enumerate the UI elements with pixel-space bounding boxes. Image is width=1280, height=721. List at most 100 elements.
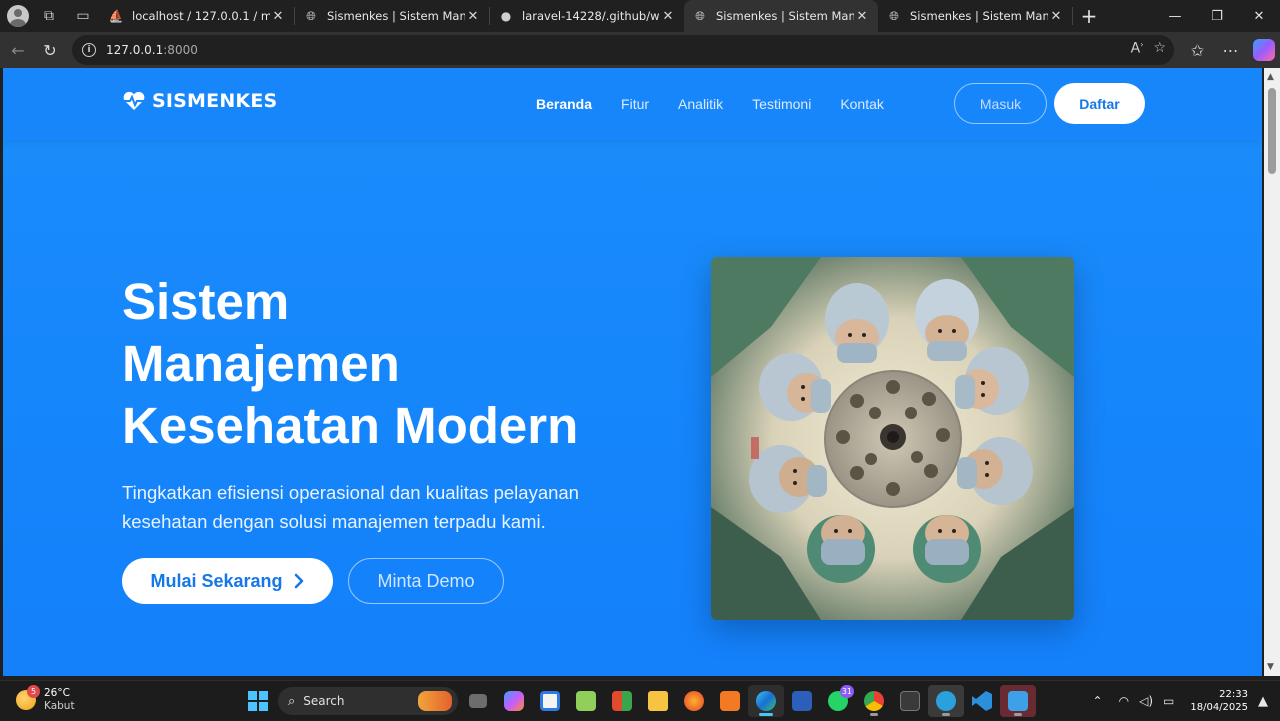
close-icon[interactable]: ✕ (465, 9, 481, 24)
refresh-icon[interactable]: ↻ (34, 34, 66, 66)
favorite-star-icon[interactable]: ☆ (1153, 40, 1166, 57)
browser-tab-4-active[interactable]: 🌐︎ Sismenkes | Sistem Manajem ✕ (684, 0, 878, 32)
whatsapp-badge: 31 (839, 685, 854, 698)
firefox-icon[interactable] (676, 685, 712, 717)
tab-title: Sismenkes | Sistem Manajem (910, 9, 1048, 23)
profile-avatar-icon[interactable] (7, 5, 29, 27)
clock-time: 22:33 (1219, 689, 1248, 700)
address-bar[interactable]: i 127.0.0.1:8000 A› ☆ (72, 35, 1174, 65)
clock-date: 18/04/2025 (1190, 702, 1248, 713)
terminal-icon[interactable] (892, 685, 928, 717)
hero-surgeons-photo (711, 257, 1074, 620)
hero-subtitle-line: Tingkatkan efisiensi operasional dan kua… (122, 482, 579, 503)
start-now-button[interactable]: Mulai Sekarang (122, 558, 333, 604)
taskbar-apps: ⌕ Search 31 (240, 685, 1036, 717)
windows-taskbar: 5 26°C Kabut ⌕ Search 31 ⌃ ◠ ◁) ▭ 22:33 … (0, 680, 1280, 720)
login-button[interactable]: Masuk (954, 83, 1047, 124)
notepad-plus-icon[interactable] (568, 685, 604, 717)
whatsapp-icon[interactable]: 31 (820, 685, 856, 717)
browser-toolbar: ← ↻ i 127.0.0.1:8000 A› ☆ ✩ ⋯ (0, 32, 1280, 68)
main-menu: Beranda Fitur Analitik Testimoni Kontak (536, 68, 913, 140)
chrome-icon[interactable] (856, 685, 892, 717)
hero-subtitle: Tingkatkan efisiensi operasional dan kua… (122, 478, 642, 536)
battery-icon[interactable]: ▭ (1163, 694, 1174, 708)
weather-badge: 5 (27, 685, 40, 698)
more-menu-icon[interactable]: ⋯ (1214, 34, 1247, 66)
task-view-icon[interactable] (460, 685, 496, 717)
site-navbar: SISMENKES Beranda Fitur Analitik Testimo… (3, 68, 1262, 140)
search-highlight-icon (418, 691, 452, 711)
back-icon[interactable]: ← (2, 34, 34, 66)
globe-icon: 🌐︎ (306, 8, 316, 23)
telegram-icon[interactable] (928, 685, 964, 717)
register-button[interactable]: Daftar (1054, 83, 1145, 124)
store-icon[interactable] (532, 685, 568, 717)
nav-link-testimoni[interactable]: Testimoni (752, 96, 811, 112)
clock[interactable]: 22:33 18/04/2025 (1190, 688, 1248, 714)
close-window-icon[interactable]: ✕ (1238, 0, 1280, 32)
favorites-icon[interactable]: ✩ (1181, 34, 1214, 66)
weather-condition: Kabut (44, 700, 75, 712)
search-icon: ⌕ (288, 693, 296, 709)
new-tab-button[interactable]: + (1073, 0, 1105, 32)
tab-title: laravel-14228/.github/workfl (522, 9, 660, 23)
read-aloud-icon[interactable]: A› (1131, 40, 1144, 57)
copilot-icon[interactable] (1247, 34, 1280, 66)
copilot-app-icon[interactable] (496, 685, 532, 717)
page-scrollbar[interactable]: ▲ ▼ (1264, 68, 1280, 676)
globe-icon: 🌐︎ (889, 8, 899, 23)
weather-temp: 26°C (44, 687, 70, 699)
scroll-down-icon[interactable]: ▼ (1267, 662, 1274, 672)
close-icon[interactable]: ✕ (270, 9, 286, 24)
file-explorer-icon[interactable] (640, 685, 676, 717)
hero-title-line: Sistem (122, 273, 290, 330)
close-icon[interactable]: ✕ (854, 9, 870, 24)
browser-tab-5[interactable]: 🌐︎ Sismenkes | Sistem Manajem ✕ (878, 0, 1072, 32)
brand-logo[interactable]: SISMENKES (122, 90, 277, 112)
hero-subtitle-line: kesehatan dengan solusi manajemen terpad… (122, 511, 546, 532)
taskbar-search[interactable]: ⌕ Search (278, 687, 458, 715)
minimize-icon[interactable]: — (1154, 0, 1196, 32)
tab-actions-icon[interactable]: ▭ (66, 0, 100, 32)
search-label: Search (303, 694, 345, 708)
request-demo-button[interactable]: Minta Demo (348, 558, 504, 604)
browser-tab-1[interactable]: ⛵ localhost / 127.0.0.1 / manaje ✕ (100, 0, 294, 32)
notification-bell-icon[interactable]: ▲ (1258, 694, 1268, 709)
scrollbar-thumb[interactable] (1268, 88, 1276, 174)
hero-title-line: Manajemen (122, 335, 400, 392)
nav-link-fitur[interactable]: Fitur (621, 96, 649, 112)
weather-widget[interactable]: 5 26°C Kabut (16, 685, 75, 713)
nav-link-analitik[interactable]: Analitik (678, 96, 723, 112)
github-icon: ● (500, 9, 512, 23)
tab-title: Sismenkes | Sistem Manajem (327, 9, 465, 23)
phpmyadmin-icon: ⛵ (108, 9, 124, 23)
system-tray: ⌃ ◠ ◁) ▭ 22:33 18/04/2025 ▲ (1083, 681, 1268, 721)
nav-link-beranda[interactable]: Beranda (536, 96, 592, 112)
word-icon[interactable] (784, 685, 820, 717)
restore-icon[interactable]: ❐ (1196, 0, 1238, 32)
collections-icon[interactable]: ⧉ (32, 0, 66, 32)
volume-icon[interactable]: ◁) (1139, 694, 1153, 708)
xampp-icon[interactable] (712, 685, 748, 717)
url-text: 127.0.0.1:8000 (106, 43, 198, 57)
vscode-icon[interactable] (964, 685, 1000, 717)
nav-link-kontak[interactable]: Kontak (840, 96, 884, 112)
start-icon[interactable] (240, 685, 276, 717)
chevron-up-icon[interactable]: ⌃ (1093, 694, 1103, 708)
close-icon[interactable]: ✕ (660, 9, 676, 24)
browser-tab-2[interactable]: 🌐︎ Sismenkes | Sistem Manajem ✕ (295, 0, 489, 32)
browser-tab-3[interactable]: ● laravel-14228/.github/workfl ✕ (490, 0, 684, 32)
start-now-label: Mulai Sekarang (150, 570, 283, 591)
close-icon[interactable]: ✕ (1048, 9, 1064, 24)
browser-tabstrip: ⧉ ▭ ⛵ localhost / 127.0.0.1 / manaje ✕ 🌐… (0, 0, 1280, 32)
office-icon[interactable] (604, 685, 640, 717)
site-info-icon[interactable]: i (82, 43, 96, 57)
chevron-right-icon (294, 573, 303, 589)
edge-icon[interactable] (748, 685, 784, 717)
page-viewport: SISMENKES Beranda Fitur Analitik Testimo… (3, 68, 1262, 676)
paint-app-icon[interactable] (1000, 685, 1036, 717)
weather-icon: 5 (16, 685, 40, 710)
scroll-up-icon[interactable]: ▲ (1267, 72, 1274, 82)
wifi-icon[interactable]: ◠ (1119, 694, 1129, 708)
hero-title-line: Kesehatan Modern (122, 397, 579, 454)
